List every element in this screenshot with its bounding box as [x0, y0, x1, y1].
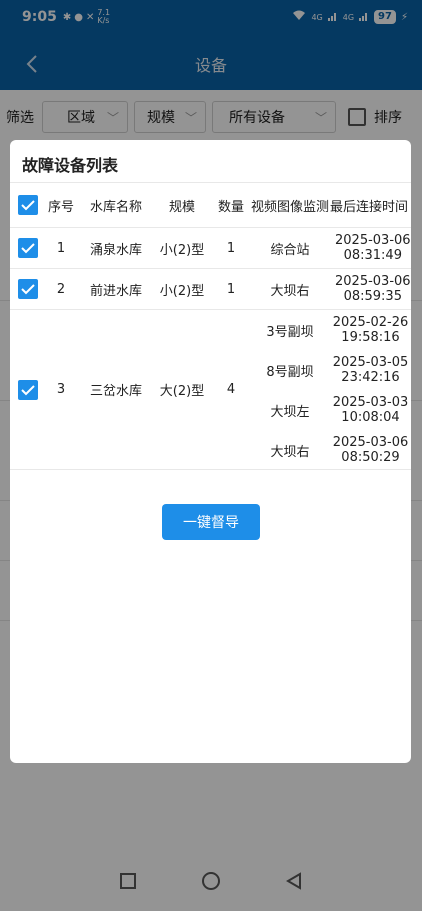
row-time: 2025-03-05 23:42:16	[332, 355, 409, 385]
row-checkbox[interactable]	[18, 238, 38, 258]
header-scale: 规模	[168, 199, 195, 215]
row-video: 大坝右	[270, 283, 310, 299]
header-no: 序号	[47, 199, 74, 215]
back-nav-button[interactable]	[285, 872, 303, 894]
triangle-back-icon	[286, 872, 301, 890]
device-subrow: 3号副坝 2025-02-26 19:58:16	[250, 310, 411, 350]
table-row[interactable]: 1 涌泉水库 小(2)型 1 综合站 2025-03-06 08:31:49	[10, 228, 411, 269]
header-video: 视频图像监测	[250, 199, 329, 215]
row-time: 2025-03-06 08:31:49	[335, 233, 411, 263]
dialog-title: 故障设备列表	[22, 156, 119, 175]
row-name: 前进水库	[89, 283, 142, 299]
row-name: 三岔水库	[89, 384, 142, 399]
circle-icon	[202, 872, 220, 890]
select-all-checkbox[interactable]	[18, 195, 38, 215]
row-no: 1	[56, 240, 66, 256]
row-video: 大坝右	[270, 444, 310, 460]
home-button[interactable]	[201, 871, 221, 895]
header-time: 最后连接时间	[330, 199, 409, 215]
row-video: 3号副坝	[266, 324, 314, 340]
row-video: 大坝左	[270, 404, 310, 420]
system-nav-bar	[0, 855, 422, 911]
device-subrow: 大坝右 2025-03-06 08:50:29	[250, 430, 411, 470]
row-count: 4	[226, 382, 236, 397]
row-count: 1	[226, 240, 236, 256]
row-time: 2025-03-06 08:50:29	[332, 435, 409, 465]
fault-device-dialog: 故障设备列表 序号 水库名称 规模 数量 视频图像监测 最后连接时间 1 涌泉水…	[10, 140, 411, 763]
row-video: 8号副坝	[266, 364, 314, 380]
row-no: 3	[56, 382, 66, 397]
table-row[interactable]: 2 前进水库 小(2)型 1 大坝右 2025-03-06 08:59:35	[10, 269, 411, 310]
row-time: 2025-03-03 10:08:04	[332, 395, 409, 425]
check-icon	[21, 200, 35, 211]
row-time: 2025-03-06 08:59:35	[335, 274, 411, 304]
device-subrow: 大坝左 2025-03-03 10:08:04	[250, 390, 411, 430]
row-time: 2025-02-26 19:58:16	[332, 315, 409, 345]
row-no: 2	[56, 281, 66, 297]
row-scale: 小(2)型	[159, 283, 205, 299]
header-count: 数量	[217, 199, 244, 215]
table-row[interactable]: 3 三岔水库 大(2)型 4 3号副坝 2025-02-26 19:58:16 …	[10, 310, 411, 470]
row-scale: 大(2)型	[159, 384, 205, 399]
device-subrow: 8号副坝 2025-03-05 23:42:16	[250, 350, 411, 390]
check-icon	[21, 384, 35, 395]
recent-apps-button[interactable]	[119, 872, 137, 894]
row-count: 1	[226, 281, 236, 297]
table-header: 序号 水库名称 规模 数量 视频图像监测 最后连接时间	[10, 182, 411, 228]
row-checkbox[interactable]	[18, 379, 38, 400]
row-video: 综合站	[270, 242, 310, 258]
check-icon	[21, 243, 35, 254]
row-checkbox[interactable]	[18, 279, 38, 299]
row-scale: 小(2)型	[159, 242, 205, 258]
header-name: 水库名称	[89, 199, 142, 215]
check-icon	[21, 284, 35, 295]
supervise-all-button[interactable]: 一键督导	[162, 504, 260, 540]
fault-device-table: 序号 水库名称 规模 数量 视频图像监测 最后连接时间 1 涌泉水库 小(2)型…	[10, 182, 411, 470]
row-name: 涌泉水库	[89, 242, 142, 258]
square-icon	[120, 873, 136, 889]
